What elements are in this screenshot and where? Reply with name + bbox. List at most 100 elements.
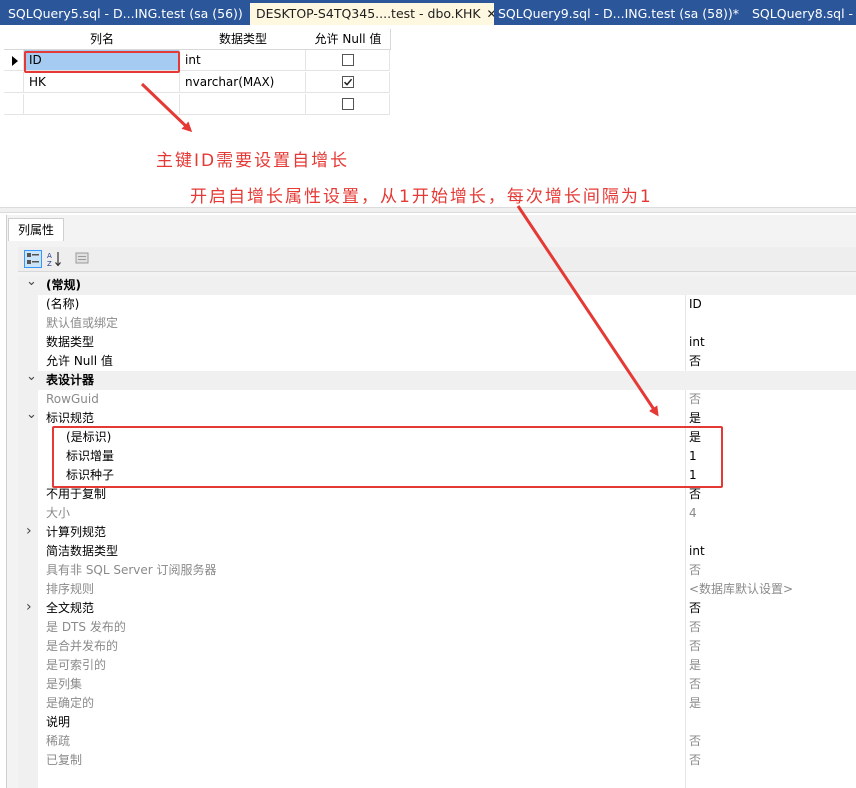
annotation-primary-key: 主键ID需要设置自增长 [156,151,350,171]
column-name-cell[interactable] [24,94,180,115]
row-header-corner [4,29,25,50]
tab-label: SQLQuery9.sql - D...ING.test (sa (58))* [498,6,740,21]
property-category[interactable]: ⌄ 表设计器 [18,369,856,390]
tab-sqlquery5[interactable]: SQLQuery5.sql - D...ING.test (sa (56)) [8,3,246,25]
row-selector[interactable] [4,72,24,93]
property-value[interactable]: 否 [689,390,701,409]
chevron-down-icon[interactable]: ⌄ [26,367,37,386]
property-row[interactable]: 默认值或绑定 [18,314,856,333]
property-name: 是 DTS 发布的 [46,620,126,634]
tab-label: SQLQuery5.sql - D...ING.test (sa (56)) [8,6,243,21]
property-row[interactable]: 已复制 否 [18,751,856,770]
allow-null-checkbox[interactable] [342,98,354,110]
tab-table-designer-khk[interactable]: DESKTOP-S4TQ345....test - dbo.KHK ✕ [250,3,494,25]
annotation-identity-hint: 开启自增长属性设置，从1开始增长，每次增长间隔为1 [190,187,653,207]
column-name-cell[interactable]: HK [24,72,180,93]
table-row[interactable] [4,94,390,116]
property-name: 是确定的 [46,696,95,710]
tab-sqlquery9[interactable]: SQLQuery9.sql - D...ING.test (sa (58))* [498,3,746,25]
property-name: 简洁数据类型 [46,544,119,558]
property-category[interactable]: ⌄ (常规) [18,274,856,295]
property-row[interactable]: 是合并发布的 否 [18,637,856,656]
data-type-cell[interactable]: nvarchar(MAX) [180,72,306,93]
allow-null-checkbox-checked[interactable] [342,76,354,88]
data-type-cell[interactable] [180,94,306,115]
property-value[interactable]: 4 [689,504,697,523]
tab-label: SQLQuery8.sql - D [752,6,856,21]
property-name: (常规) [46,278,81,292]
property-row[interactable]: 数据类型 int [18,333,856,352]
categorized-icon[interactable] [24,250,42,268]
property-row[interactable]: 允许 Null 值 否 [18,352,856,371]
current-row-arrow-icon [12,56,18,66]
chevron-right-icon[interactable]: › [26,598,32,617]
data-type-cell[interactable]: int [180,50,306,71]
property-value[interactable]: <数据库默认设置> [689,580,793,599]
property-row[interactable]: RowGuid 否 [18,390,856,409]
property-row[interactable]: 是 DTS 发布的 否 [18,618,856,637]
column-header-allow-null[interactable]: 允许 Null 值 [306,29,391,50]
chevron-down-icon[interactable]: ⌄ [26,405,37,424]
tab-label: DESKTOP-S4TQ345....test - dbo.KHK [256,6,481,21]
property-value[interactable]: int [689,333,705,352]
property-value[interactable]: 否 [689,637,701,656]
property-row[interactable]: 是确定的 是 [18,694,856,713]
property-pages-glyph [75,252,89,264]
property-name: 数据类型 [46,335,95,349]
tab-column-properties[interactable]: 列属性 [8,218,64,241]
allow-null-cell [306,50,390,71]
property-value[interactable]: 否 [689,599,701,618]
property-name: 表设计器 [46,373,95,387]
property-name: 允许 Null 值 [46,354,113,368]
checkmark-icon [343,78,353,86]
property-value[interactable]: 否 [689,618,701,637]
row-selector[interactable] [4,94,24,115]
property-name: 是可索引的 [46,658,107,672]
property-value[interactable]: ID [689,295,702,314]
property-name: 说明 [46,715,71,729]
svg-text:A: A [47,252,52,260]
property-value[interactable]: int [689,542,705,561]
property-row[interactable]: 大小 4 [18,504,856,523]
properties-toolbar: A Z [18,247,856,272]
property-name: 默认值或绑定 [46,316,119,330]
property-name: 已复制 [46,753,83,767]
property-row[interactable]: 排序规则 <数据库默认设置> [18,580,856,599]
property-name: 具有非 SQL Server 订阅服务器 [46,563,217,577]
property-row[interactable]: 具有非 SQL Server 订阅服务器 否 [18,561,856,580]
property-name: 排序规则 [46,582,95,596]
property-row[interactable]: (名称) ID [18,295,856,314]
property-row[interactable]: 是列集 否 [18,675,856,694]
property-name: 稀疏 [46,734,71,748]
property-row[interactable]: › 全文规范 否 [18,599,856,618]
table-row[interactable]: HK nvarchar(MAX) [4,72,390,94]
property-name: 是列集 [46,677,83,691]
property-value[interactable]: 否 [689,751,701,770]
column-header-datatype[interactable]: 数据类型 [180,29,307,50]
property-row[interactable]: 稀疏 否 [18,732,856,751]
property-value[interactable]: 是 [689,694,701,713]
property-pages-icon[interactable] [74,250,92,268]
property-value[interactable]: 是 [689,656,701,675]
chevron-right-icon[interactable]: › [26,522,32,541]
allow-null-cell [306,94,390,115]
property-value[interactable]: 否 [689,732,701,751]
svg-text:Z: Z [47,260,52,268]
column-header-name[interactable]: 列名 [24,29,181,50]
property-name: RowGuid [46,392,99,406]
sort-az-icon[interactable]: A Z [46,250,64,268]
tab-sqlquery8[interactable]: SQLQuery8.sql - D [752,3,856,25]
property-value[interactable]: 否 [689,561,701,580]
property-row[interactable]: 说明 [18,713,856,732]
property-row[interactable]: 是可索引的 是 [18,656,856,675]
pane-splitter[interactable] [0,207,856,213]
property-row[interactable]: 简洁数据类型 int [18,542,856,561]
property-value[interactable]: 否 [689,352,701,371]
allow-null-checkbox[interactable] [342,54,354,66]
close-tab-icon[interactable]: ✕ [485,3,494,25]
property-value[interactable]: 否 [689,675,701,694]
chevron-down-icon[interactable]: ⌄ [26,272,37,291]
property-name: 是合并发布的 [46,639,119,653]
row-selector[interactable] [4,50,24,71]
property-row[interactable]: › 计算列规范 [18,523,856,542]
